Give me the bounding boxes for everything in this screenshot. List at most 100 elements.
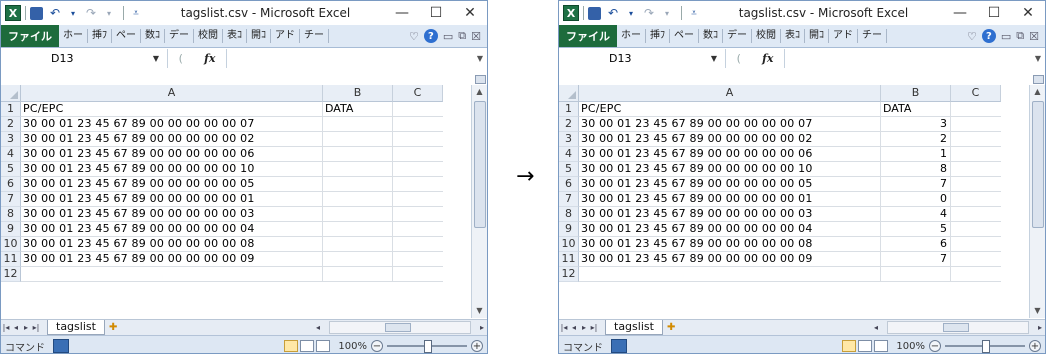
cell-b[interactable] xyxy=(323,192,393,207)
cell-a[interactable]: PC/EPC xyxy=(21,102,323,117)
undo-icon[interactable]: ↶ xyxy=(605,5,621,21)
row-header[interactable]: 11 xyxy=(1,252,21,267)
cell-c[interactable] xyxy=(951,147,1001,162)
normal-view-icon[interactable] xyxy=(284,340,299,352)
ribbon-tab[interactable]: チー xyxy=(858,29,887,43)
select-all-corner[interactable] xyxy=(559,85,579,102)
cell-b[interactable]: 6 xyxy=(881,237,951,252)
column-header-c[interactable]: C xyxy=(951,85,1001,102)
cell-b[interactable] xyxy=(323,147,393,162)
row-header[interactable]: 3 xyxy=(559,132,579,147)
row-header[interactable]: 4 xyxy=(559,147,579,162)
row-header[interactable]: 9 xyxy=(559,222,579,237)
ribbon-tab[interactable]: 挿ﾌ xyxy=(88,29,112,43)
macro-record-icon[interactable] xyxy=(611,339,627,353)
zoom-in-icon[interactable]: + xyxy=(471,340,483,352)
name-box[interactable]: D13 ▼ xyxy=(559,49,726,68)
sheet-nav-first-icon[interactable]: |◂ xyxy=(1,323,11,332)
expand-formula-bar-icon[interactable]: ▼ xyxy=(1035,54,1041,63)
sheet-nav-prev-icon[interactable]: ◂ xyxy=(569,323,579,332)
undo-dropdown-icon[interactable]: ▾ xyxy=(623,5,639,21)
heart-icon[interactable]: ♡ xyxy=(409,30,419,43)
zoom-out-icon[interactable]: − xyxy=(371,340,383,352)
sheet-nav-last-icon[interactable]: ▸| xyxy=(31,323,41,332)
ribbon-tab[interactable]: アド xyxy=(829,29,858,43)
insert-sheet-icon[interactable]: ✚ xyxy=(667,322,675,333)
cell-b[interactable]: 1 xyxy=(881,147,951,162)
cell-a[interactable]: 30 00 01 23 45 67 89 00 00 00 00 00 01 xyxy=(579,192,881,207)
redo-dropdown-icon[interactable]: ▾ xyxy=(659,5,675,21)
row-header[interactable]: 7 xyxy=(559,192,579,207)
cell-b[interactable]: 7 xyxy=(881,252,951,267)
cell-c[interactable] xyxy=(951,207,1001,222)
cell-a[interactable]: 30 00 01 23 45 67 89 00 00 00 00 00 09 xyxy=(21,252,323,267)
horizontal-scroll-thumb[interactable] xyxy=(943,323,969,332)
cell-a[interactable]: 30 00 01 23 45 67 89 00 00 00 00 00 03 xyxy=(21,207,323,222)
minimize-icon[interactable]: — xyxy=(943,1,977,25)
ribbon-minimize-icon[interactable]: ▭ xyxy=(1001,30,1011,43)
undo-icon[interactable]: ↶ xyxy=(47,5,63,21)
excel-app-icon[interactable]: X xyxy=(563,5,579,21)
cell-c[interactable] xyxy=(951,132,1001,147)
close-workbook-icon[interactable]: ☒ xyxy=(1029,30,1039,43)
ribbon-minimize-icon[interactable]: ▭ xyxy=(443,30,453,43)
cell-b[interactable] xyxy=(323,207,393,222)
cell-a[interactable]: 30 00 01 23 45 67 89 00 00 00 00 00 01 xyxy=(21,192,323,207)
maximize-icon[interactable]: ☐ xyxy=(977,1,1011,25)
cell-c[interactable] xyxy=(393,252,443,267)
insert-sheet-icon[interactable]: ✚ xyxy=(109,322,117,333)
row-header[interactable]: 6 xyxy=(559,177,579,192)
cell-a[interactable]: 30 00 01 23 45 67 89 00 00 00 00 00 05 xyxy=(21,177,323,192)
row-header[interactable]: 7 xyxy=(1,192,21,207)
cell-b[interactable] xyxy=(323,162,393,177)
cell-c[interactable] xyxy=(393,267,443,282)
page-break-view-icon[interactable] xyxy=(316,340,331,352)
cell-b[interactable]: 7 xyxy=(881,177,951,192)
cell-a[interactable]: 30 00 01 23 45 67 89 00 00 00 00 00 06 xyxy=(579,147,881,162)
cell-b[interactable] xyxy=(323,252,393,267)
ribbon-tab[interactable]: ペー xyxy=(670,29,699,43)
cell-b[interactable]: 4 xyxy=(881,207,951,222)
row-header[interactable]: 3 xyxy=(1,132,21,147)
cell-b[interactable] xyxy=(323,222,393,237)
ribbon-tab[interactable]: 表ｺ xyxy=(781,29,805,43)
name-box-dropdown-icon[interactable]: ▼ xyxy=(711,54,717,63)
zoom-slider-knob[interactable] xyxy=(982,340,990,353)
name-box-dropdown-icon[interactable]: ▼ xyxy=(153,54,159,63)
cell-b[interactable] xyxy=(323,117,393,132)
insert-function-icon[interactable]: fx xyxy=(204,52,215,65)
page-break-view-icon[interactable] xyxy=(874,340,889,352)
expand-formula-bar-icon[interactable]: ▼ xyxy=(477,54,483,63)
close-icon[interactable]: ✕ xyxy=(1011,1,1045,25)
ribbon-tab[interactable]: 校閲 xyxy=(194,29,223,43)
column-header-b[interactable]: B xyxy=(881,85,951,102)
normal-view-icon[interactable] xyxy=(842,340,857,352)
cell-a[interactable]: 30 00 01 23 45 67 89 00 00 00 00 00 06 xyxy=(21,147,323,162)
ribbon-tab[interactable]: 数ｺ xyxy=(141,29,165,43)
sheet-nav-next-icon[interactable]: ▸ xyxy=(21,323,31,332)
cell-a[interactable]: 30 00 01 23 45 67 89 00 00 00 00 00 04 xyxy=(21,222,323,237)
scroll-right-icon[interactable]: ▸ xyxy=(477,323,487,332)
name-box[interactable]: D13 ▼ xyxy=(1,49,168,68)
minimize-icon[interactable]: — xyxy=(385,1,419,25)
cell-a[interactable]: 30 00 01 23 45 67 89 00 00 00 00 00 09 xyxy=(579,252,881,267)
zoom-level[interactable]: 100% xyxy=(896,341,925,352)
ribbon-tab[interactable]: 挿ﾌ xyxy=(646,29,670,43)
cell-c[interactable] xyxy=(393,207,443,222)
row-header[interactable]: 5 xyxy=(559,162,579,177)
row-header[interactable]: 1 xyxy=(1,102,21,117)
redo-dropdown-icon[interactable]: ▾ xyxy=(101,5,117,21)
cell-a[interactable]: 30 00 01 23 45 67 89 00 00 00 00 00 08 xyxy=(21,237,323,252)
ribbon-tab[interactable]: ホー xyxy=(617,29,646,43)
row-header[interactable]: 9 xyxy=(1,222,21,237)
split-box-icon[interactable] xyxy=(1033,75,1044,84)
cell-c[interactable] xyxy=(951,267,1001,282)
scroll-down-icon[interactable]: ▼ xyxy=(472,304,487,318)
ribbon-tab[interactable]: ペー xyxy=(112,29,141,43)
zoom-in-icon[interactable]: + xyxy=(1029,340,1041,352)
zoom-slider-knob[interactable] xyxy=(424,340,432,353)
help-icon[interactable]: ? xyxy=(981,29,996,43)
cell-c[interactable] xyxy=(951,117,1001,132)
cell-a[interactable] xyxy=(21,267,323,282)
row-header[interactable]: 12 xyxy=(1,267,21,282)
